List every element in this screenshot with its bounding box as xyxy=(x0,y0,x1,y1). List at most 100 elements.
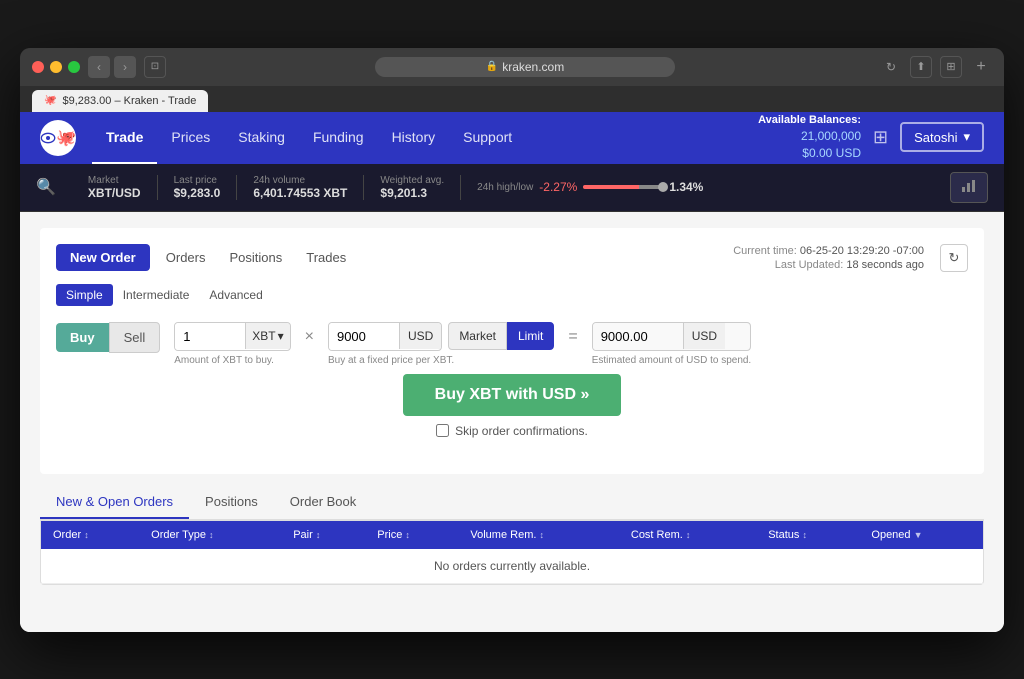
tab-manager-button[interactable]: ⊞ xyxy=(940,56,962,78)
nav-buttons: ‹ › xyxy=(88,56,136,78)
active-browser-tab[interactable]: 🐙 $9,283.00 – Kraken - Trade xyxy=(32,90,208,112)
nav-links: Trade Prices Staking Funding History Sup… xyxy=(92,112,758,164)
col-order-type[interactable]: Order Type ↕ xyxy=(139,521,281,549)
high-low-value: 1.34% xyxy=(669,180,703,194)
market-type-button[interactable]: Market xyxy=(448,322,507,350)
bottom-tab-order-book[interactable]: Order Book xyxy=(274,486,372,519)
balances: Available Balances: 21,000,000 $0.00 USD xyxy=(758,113,861,162)
balances-label: Available Balances: xyxy=(758,113,861,128)
amount-currency[interactable]: XBT ▾ xyxy=(245,323,289,349)
nav-funding[interactable]: Funding xyxy=(299,112,378,164)
logo[interactable]: 🐙 xyxy=(40,120,76,156)
sort-order-icon: ↕ xyxy=(84,530,89,540)
tab-title: $9,283.00 – Kraken - Trade xyxy=(62,95,196,107)
close-traffic-light[interactable] xyxy=(32,61,44,73)
orders-table-body: No orders currently available. xyxy=(41,549,983,584)
nav-staking[interactable]: Staking xyxy=(224,112,299,164)
minimize-traffic-light[interactable] xyxy=(50,61,62,73)
price-input[interactable] xyxy=(329,323,399,350)
mode-intermediate[interactable]: Intermediate xyxy=(113,284,200,306)
equals-sign: = xyxy=(568,328,577,346)
share-button[interactable]: ⬆ xyxy=(910,56,932,78)
address-bar-wrap: 🔒 kraken.com xyxy=(178,57,872,77)
grid-icon[interactable]: ⊞ xyxy=(873,127,888,148)
mode-simple[interactable]: Simple xyxy=(56,284,113,306)
order-form-section: New Order Orders Positions Trades Curren… xyxy=(40,228,984,474)
maximize-traffic-light[interactable] xyxy=(68,61,80,73)
buy-action-button[interactable]: Buy XBT with USD » xyxy=(403,374,622,416)
browser-chrome: ‹ › ⊡ 🔒 kraken.com ↻ ⬆ ⊞ + xyxy=(20,48,1004,86)
col-volume[interactable]: Volume Rem. ↕ xyxy=(458,521,618,549)
empty-orders-message: No orders currently available. xyxy=(41,549,983,584)
tab-bar: 🐙 $9,283.00 – Kraken - Trade xyxy=(20,86,1004,112)
nav-support[interactable]: Support xyxy=(449,112,526,164)
total-input-wrap: USD xyxy=(592,322,752,351)
col-pair[interactable]: Pair ↕ xyxy=(281,521,365,549)
amount-group: XBT ▾ Amount of XBT to buy. xyxy=(174,322,290,366)
sort-volume-icon: ↕ xyxy=(539,530,544,540)
table-row: No orders currently available. xyxy=(41,549,983,584)
url-text: kraken.com xyxy=(502,60,564,74)
weighted-label: Weighted avg. xyxy=(380,175,444,186)
user-menu-button[interactable]: Satoshi ▾ xyxy=(900,122,984,152)
price-input-wrap: USD xyxy=(328,322,442,351)
bottom-tab-positions[interactable]: Positions xyxy=(189,486,274,519)
forward-button[interactable]: › xyxy=(114,56,136,78)
bottom-section: New & Open Orders Positions Order Book O… xyxy=(40,486,984,585)
col-status[interactable]: Status ↕ xyxy=(756,521,859,549)
buy-button[interactable]: Buy xyxy=(56,323,109,352)
market-bar: 🔍 Market XBT/USD Last price $9,283.0 24h… xyxy=(20,164,1004,212)
bottom-tabs: New & Open Orders Positions Order Book xyxy=(40,486,984,520)
nav-prices[interactable]: Prices xyxy=(157,112,224,164)
lock-icon: 🔒 xyxy=(486,61,498,72)
reload-button[interactable]: ↻ xyxy=(880,56,902,78)
dropdown-icon: ▾ xyxy=(963,129,970,145)
last-updated-value: 18 seconds ago xyxy=(846,259,924,271)
col-opened[interactable]: Opened ▼ xyxy=(859,521,983,549)
nav-right: Available Balances: 21,000,000 $0.00 USD… xyxy=(758,113,984,162)
last-updated: Last Updated: 18 seconds ago xyxy=(775,259,924,271)
sort-cost-icon: ↕ xyxy=(686,530,691,540)
col-order[interactable]: Order ↕ xyxy=(41,521,139,549)
tab-new-order[interactable]: New Order xyxy=(56,244,150,271)
nav-trade[interactable]: Trade xyxy=(92,112,157,164)
tab-trades[interactable]: Trades xyxy=(298,244,354,271)
nav-history[interactable]: History xyxy=(378,112,450,164)
buy-sell-buttons: Buy Sell xyxy=(56,322,160,353)
mode-advanced[interactable]: Advanced xyxy=(199,284,272,306)
refresh-button[interactable]: ↻ xyxy=(940,244,968,272)
col-price[interactable]: Price ↕ xyxy=(365,521,458,549)
last-price-value: $9,283.0 xyxy=(174,186,221,200)
chart-icon[interactable] xyxy=(950,172,988,203)
weighted-value: $9,201.3 xyxy=(380,186,444,200)
total-input[interactable] xyxy=(593,323,683,350)
bottom-tab-open-orders[interactable]: New & Open Orders xyxy=(40,486,189,519)
amount-input[interactable] xyxy=(175,323,245,350)
window-button[interactable]: ⊡ xyxy=(144,56,166,78)
col-cost[interactable]: Cost Rem. ↕ xyxy=(619,521,756,549)
last-price-label: Last price xyxy=(174,175,221,186)
market-pair-stat: Market XBT/USD xyxy=(72,175,158,200)
weighted-stat: Weighted avg. $9,201.3 xyxy=(364,175,461,200)
sell-button[interactable]: Sell xyxy=(109,322,161,353)
orders-table-wrap: Order ↕ Order Type ↕ Pair ↕ Price ↕ Volu… xyxy=(40,520,984,585)
tab-positions[interactable]: Positions xyxy=(221,244,290,271)
price-group: USD Market Limit Buy at a fixed price pe… xyxy=(328,322,554,366)
balance-crypto: 21,000,000 xyxy=(758,128,861,145)
time-info: Current time: 06-25-20 13:29:20 -07:00 L… xyxy=(733,245,924,271)
skip-confirm-checkbox[interactable] xyxy=(436,424,449,437)
tab-orders[interactable]: Orders xyxy=(158,244,214,271)
current-time-label: Current time: xyxy=(733,245,797,257)
current-time: Current time: 06-25-20 13:29:20 -07:00 xyxy=(733,245,924,257)
search-icon[interactable]: 🔍 xyxy=(36,177,56,197)
back-button[interactable]: ‹ xyxy=(88,56,110,78)
address-bar[interactable]: 🔒 kraken.com xyxy=(375,57,675,77)
market-label: Market xyxy=(88,175,141,186)
skip-confirm-label: Skip order confirmations. xyxy=(455,424,588,438)
price-currency-label: USD xyxy=(399,323,441,349)
limit-type-button[interactable]: Limit xyxy=(507,322,554,350)
top-nav: 🐙 Trade Prices Staking Funding History S… xyxy=(20,112,1004,164)
new-tab-button[interactable]: + xyxy=(970,56,992,78)
orders-table: Order ↕ Order Type ↕ Pair ↕ Price ↕ Volu… xyxy=(41,521,983,584)
volume-label: 24h volume xyxy=(253,175,347,186)
